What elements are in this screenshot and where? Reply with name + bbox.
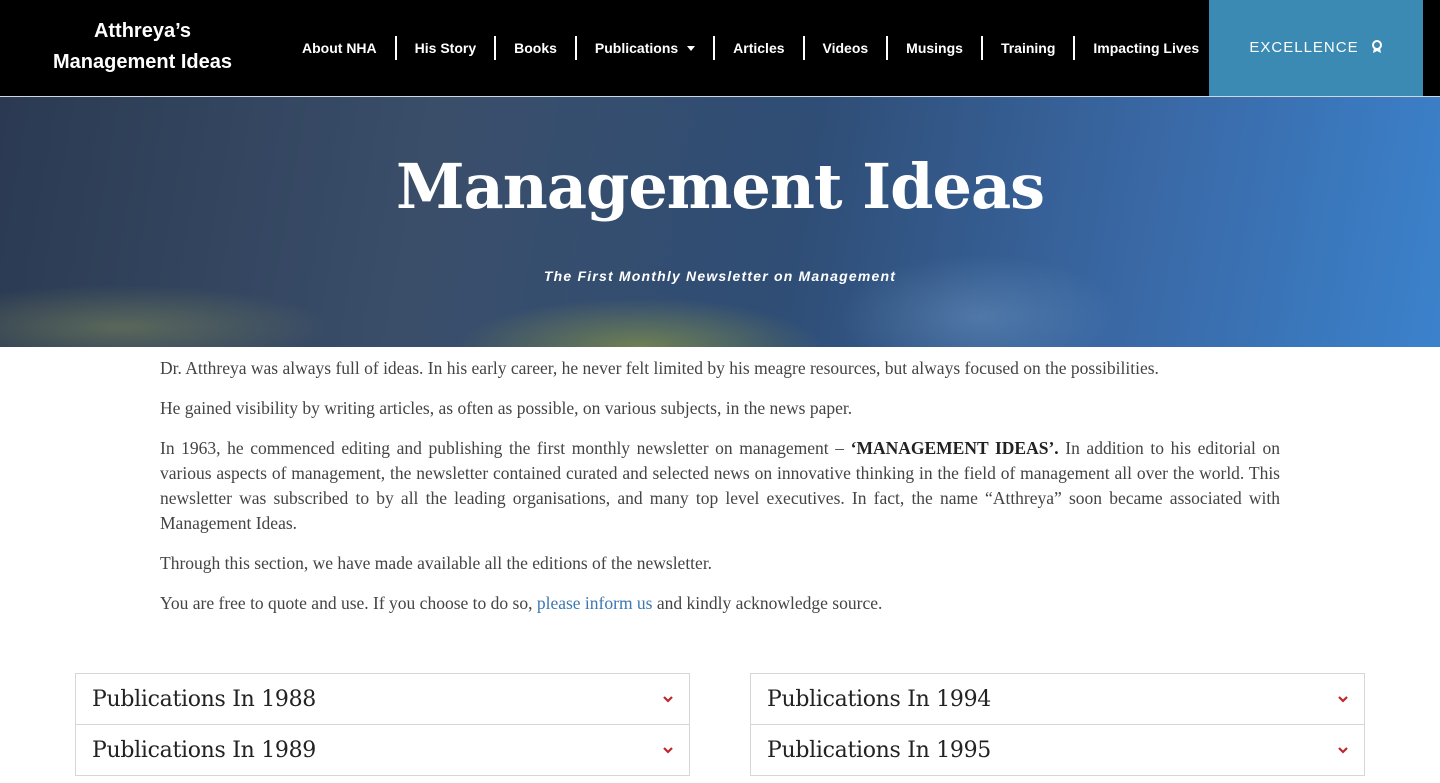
nav-label: Training (1000, 40, 1056, 56)
nav-his-story[interactable]: His Story (397, 36, 497, 60)
accordion-item-1988[interactable]: Publications In 1988 (76, 674, 689, 725)
chevron-down-icon (1338, 747, 1348, 754)
page-subtitle: The First Monthly Newsletter on Manageme… (543, 268, 897, 284)
chevron-down-icon (663, 696, 673, 703)
accordion-item-1995[interactable]: Publications In 1995 (751, 725, 1364, 776)
accordion-title: Publications In 1995 (767, 737, 991, 763)
accordion-title: Publications In 1988 (92, 686, 316, 712)
chevron-down-icon (687, 45, 696, 51)
publications-accordion-right: Publications In 1994 Publications In 199… (750, 673, 1365, 776)
main-nav: About NHA His Story Books Publications A… (284, 36, 1217, 60)
nav-label: About NHA (302, 40, 377, 56)
logo-line-1: Atthreya’s (93, 20, 192, 42)
page-title: Management Ideas (395, 150, 1045, 223)
nav-videos[interactable]: Videos (805, 36, 889, 60)
nav-label: Videos (822, 40, 869, 56)
nav-label: Books (514, 40, 557, 56)
accordion-item-1989[interactable]: Publications In 1989 (76, 725, 689, 776)
nav-label: Publications (594, 40, 679, 56)
intro-paragraph-3: In 1963, he commenced editing and publis… (160, 436, 1280, 536)
nav-label: Musings (906, 40, 963, 56)
nav-label: His Story (414, 40, 477, 56)
excellence-label: EXCELLENCE (1249, 38, 1359, 56)
newsletter-name: ‘MANAGEMENT IDEAS’. (850, 438, 1059, 458)
accordion-item-1994[interactable]: Publications In 1994 (751, 674, 1364, 725)
nav-label: Impacting Lives (1093, 40, 1200, 56)
intro-paragraph-2: He gained visibility by writing articles… (160, 398, 853, 418)
site-header: Atthreya’s Management Ideas About NHA Hi… (0, 0, 1440, 96)
chevron-down-icon (1338, 696, 1348, 703)
accordion-title: Publications In 1994 (767, 686, 991, 712)
inform-us-link[interactable]: please inform us (537, 593, 653, 613)
nav-articles[interactable]: Articles (715, 36, 805, 60)
intro-content: Dr. Atthreya was always full of ideas. I… (160, 356, 1280, 631)
logo-line-2: Management Ideas (53, 51, 232, 73)
award-icon (1371, 40, 1382, 53)
nav-musings[interactable]: Musings (888, 36, 983, 60)
nav-publications[interactable]: Publications (577, 36, 716, 60)
intro-paragraph-1: Dr. Atthreya was always full of ideas. I… (160, 358, 1159, 378)
site-logo[interactable]: Atthreya’s Management Ideas (30, 16, 255, 78)
accordion-title: Publications In 1989 (92, 737, 316, 763)
paragraph-text: You are free to quote and use. If you ch… (160, 593, 537, 613)
paragraph-text: and kindly acknowledge source. (652, 593, 883, 613)
intro-paragraph-4: Through this section, we have made avail… (160, 553, 713, 573)
excellence-button[interactable]: EXCELLENCE (1209, 0, 1423, 96)
nav-label: Articles (733, 40, 785, 56)
nav-impacting-lives[interactable]: Impacting Lives (1075, 36, 1217, 60)
chevron-down-icon (663, 747, 673, 754)
nav-books[interactable]: Books (496, 36, 577, 60)
publications-accordion-left: Publications In 1988 Publications In 198… (75, 673, 690, 776)
intro-paragraph-5: You are free to quote and use. If you ch… (160, 591, 1280, 616)
nav-about-nha[interactable]: About NHA (284, 36, 397, 60)
hero-banner: Management Ideas The First Monthly Newsl… (0, 96, 1440, 347)
nav-training[interactable]: Training (983, 36, 1076, 60)
paragraph-text: In 1963, he commenced editing and publis… (160, 438, 851, 458)
